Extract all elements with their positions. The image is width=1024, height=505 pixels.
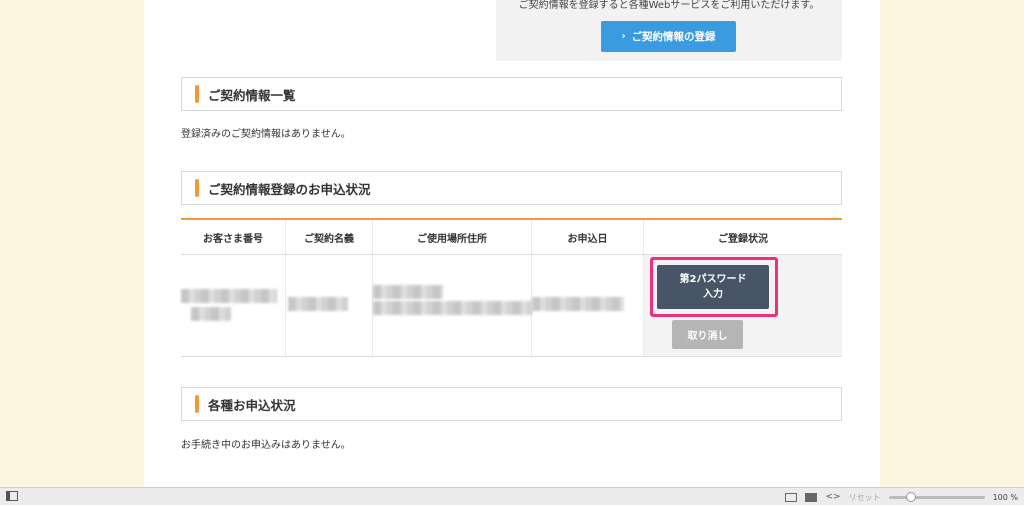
register-note: ご契約情報を登録すると各種Webサービスをご利用いただけます。: [518, 0, 820, 11]
redacted-text: [532, 297, 624, 311]
application-status-header: ご契約情報登録のお申込状況: [181, 171, 842, 205]
zoom-slider-knob[interactable]: [905, 491, 916, 502]
redacted-text: [373, 285, 443, 299]
other-status-message: お手続き中のお申込みはありません。: [181, 440, 351, 451]
register-contract-button[interactable]: › ご契約情報の登録: [601, 21, 736, 52]
main-content: ご契約情報を登録すると各種Webサービスをご利用いただけます。 › ご契約情報の…: [144, 0, 880, 487]
table-row: 第2パスワード 入力 取り消し: [181, 255, 842, 357]
image-view-icon[interactable]: [805, 492, 818, 502]
other-status-header: 各種お申込状況: [181, 387, 842, 421]
cell-registration-status: 第2パスワード 入力 取り消し: [644, 255, 842, 356]
contract-list-title: ご契約情報一覧: [208, 87, 296, 103]
column-header-application-date: お申込日: [532, 220, 644, 254]
status-bar-controls: <> リセット 100 %: [785, 490, 1018, 504]
column-header-contract-name: ご契約名義: [286, 220, 373, 254]
redacted-text: [181, 289, 277, 303]
register-contract-label: ご契約情報の登録: [631, 31, 716, 43]
cell-address: [373, 255, 532, 356]
cell-contract-name: [286, 255, 373, 356]
cell-application-date: [532, 255, 644, 356]
application-status-title: ご契約情報登録のお申込状況: [208, 181, 371, 197]
page-view-icon[interactable]: [785, 492, 798, 502]
cell-customer-number: [181, 255, 286, 356]
chevron-right-icon: ›: [621, 31, 626, 42]
column-header-customer-number: お客さま番号: [181, 220, 286, 254]
highlight-box: [650, 257, 778, 317]
sidebar-toggle-icon[interactable]: [6, 491, 18, 501]
contract-list-message: 登録済みのご契約情報はありません。: [181, 129, 351, 140]
browser-status-bar: <> リセット 100 %: [0, 487, 1024, 505]
code-view-icon[interactable]: <>: [825, 492, 840, 502]
table-header-row: お客さま番号 ご契約名義 ご使用場所住所 お申込日 ご登録状況: [181, 220, 842, 255]
redacted-text: [191, 307, 231, 321]
redacted-text: [373, 301, 532, 315]
zoom-level: 100 %: [992, 492, 1018, 502]
register-box: ご契約情報を登録すると各種Webサービスをご利用いただけます。 › ご契約情報の…: [496, 0, 842, 61]
section-accent-bar: [195, 395, 199, 413]
contract-list-header: ご契約情報一覧: [181, 77, 842, 111]
zoom-reset-button[interactable]: リセット: [849, 492, 881, 503]
application-table: お客さま番号 ご契約名義 ご使用場所住所 お申込日 ご登録状況 第2パスワード …: [181, 218, 842, 357]
section-accent-bar: [195, 85, 199, 103]
redacted-text: [288, 297, 348, 311]
column-header-address: ご使用場所住所: [373, 220, 532, 254]
zoom-slider[interactable]: [888, 491, 985, 502]
column-header-registration-status: ご登録状況: [718, 233, 768, 245]
other-status-title: 各種お申込状況: [208, 397, 296, 413]
cancel-button[interactable]: 取り消し: [672, 320, 743, 349]
section-accent-bar: [195, 179, 199, 197]
